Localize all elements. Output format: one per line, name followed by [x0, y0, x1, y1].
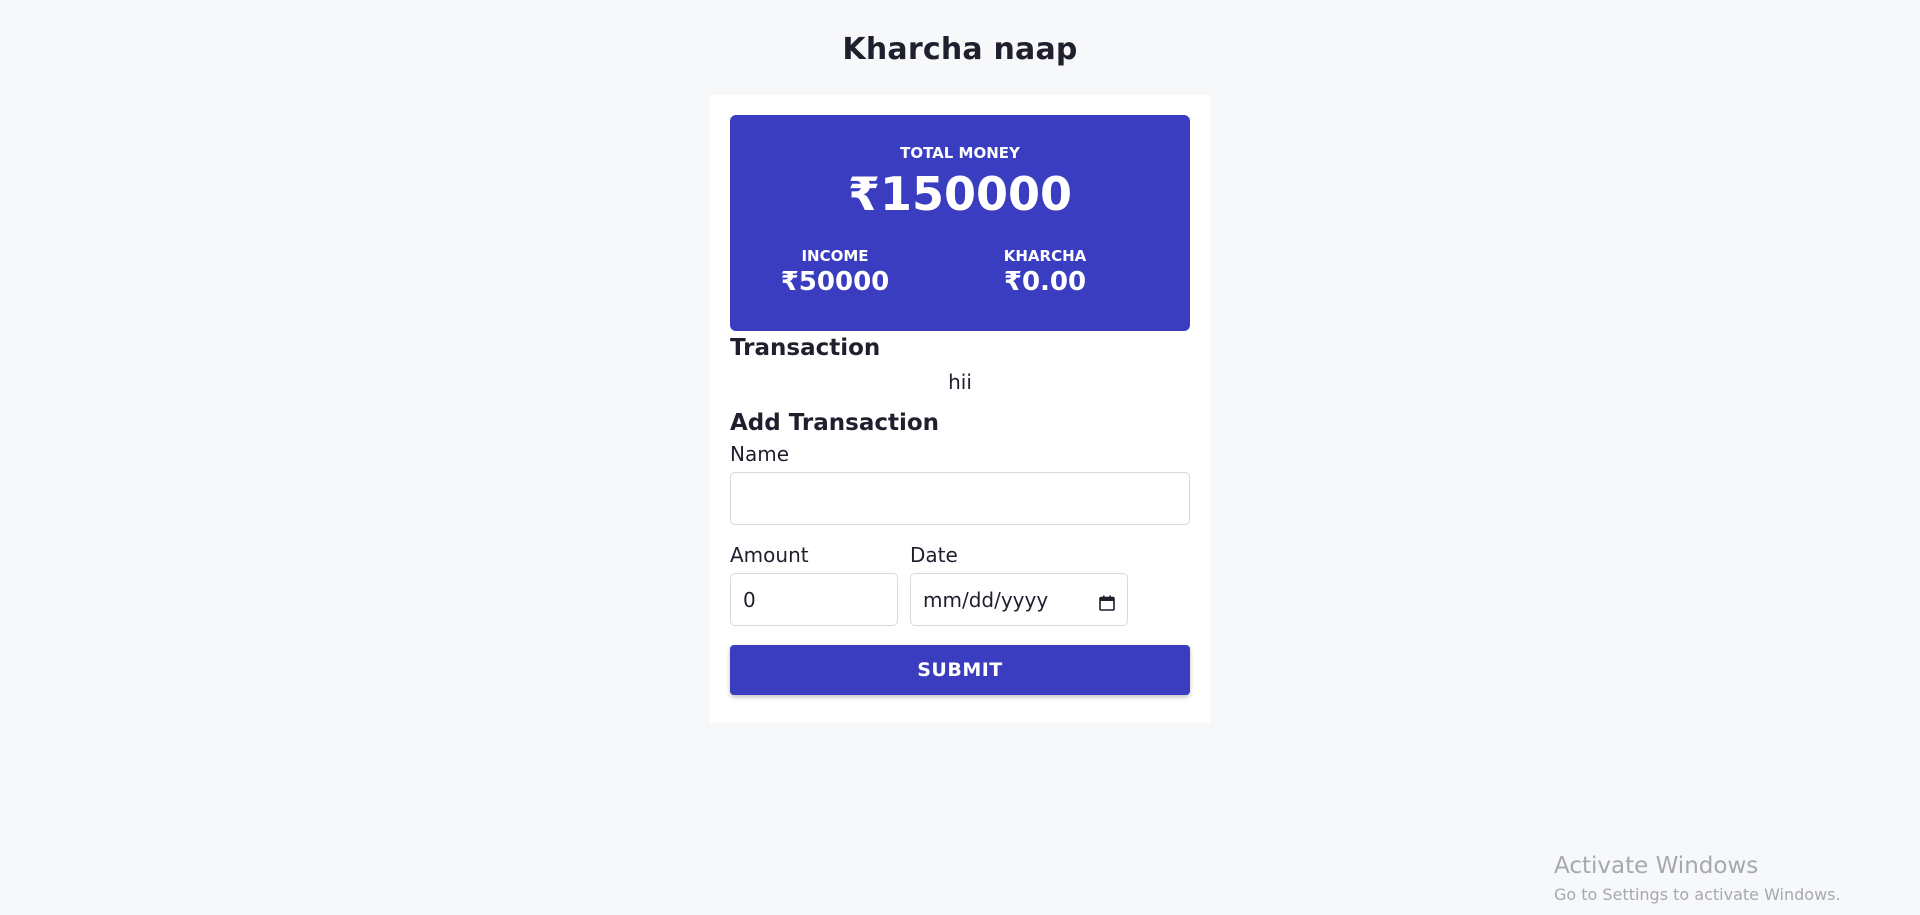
total-money-label: TOTAL MONEY	[900, 144, 1020, 162]
income-label: INCOME	[801, 247, 869, 265]
name-input[interactable]	[730, 472, 1190, 525]
total-money-value: ₹150000	[847, 167, 1073, 221]
name-label: Name	[730, 442, 790, 466]
kharcha-label: KHARCHA	[1003, 247, 1087, 265]
page-title: Kharcha naap	[842, 32, 1078, 67]
transaction-item: hii	[948, 370, 972, 394]
income-value: ₹50000	[780, 267, 890, 297]
date-input[interactable]: mm/dd/yyyy	[910, 573, 1128, 626]
income-summary: INCOME ₹50000	[745, 247, 925, 297]
calendar-icon[interactable]	[1099, 592, 1115, 611]
windows-activation-watermark: Activate Windows Go to Settings to activ…	[1554, 853, 1841, 904]
date-placeholder: mm/dd/yyyy	[923, 587, 1049, 612]
amount-label: Amount	[730, 543, 809, 567]
add-transaction-heading: Add Transaction	[730, 410, 940, 436]
watermark-title: Activate Windows	[1554, 853, 1759, 879]
transaction-heading: Transaction	[730, 335, 881, 361]
wallet-card: TOTAL MONEY ₹150000 INCOME ₹50000 KHARCH…	[710, 95, 1210, 723]
kharcha-value: ₹0.00	[1003, 267, 1087, 297]
balance-panel: TOTAL MONEY ₹150000 INCOME ₹50000 KHARCH…	[730, 115, 1190, 331]
submit-button[interactable]: SUBMIT	[730, 645, 1190, 695]
amount-input[interactable]	[730, 573, 898, 626]
watermark-subtitle: Go to Settings to activate Windows.	[1554, 885, 1841, 904]
date-label: Date	[910, 543, 958, 567]
kharcha-summary: KHARCHA ₹0.00	[955, 247, 1135, 297]
